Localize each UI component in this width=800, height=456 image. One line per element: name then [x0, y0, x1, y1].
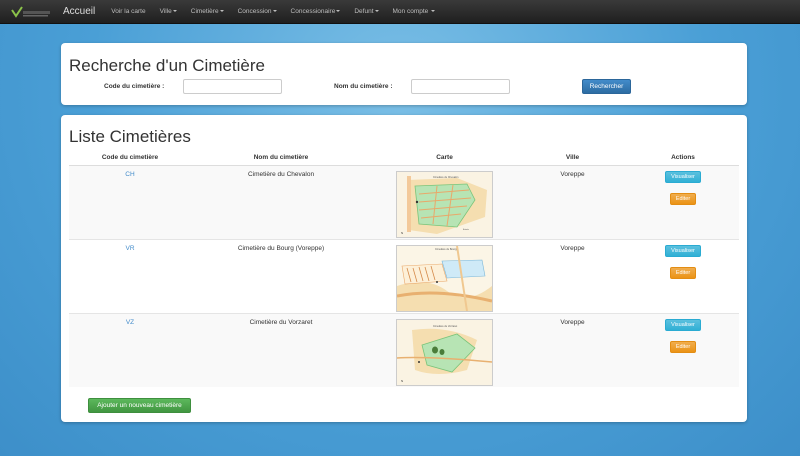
nav-concessionaire-dropdown[interactable]: Concessionaire — [291, 8, 341, 15]
caret-down-icon — [374, 10, 379, 13]
view-button[interactable]: Visualiser — [665, 318, 701, 331]
top-navbar: Accueil Voir la carte Ville Cimetière Co… — [0, 0, 800, 24]
nav-ville-dropdown[interactable]: Ville — [160, 8, 177, 15]
edit-button[interactable]: Editer — [670, 340, 696, 353]
name-input[interactable] — [411, 79, 510, 94]
search-button[interactable]: Rechercher — [582, 79, 631, 94]
svg-text:Entrée: Entrée — [463, 228, 470, 231]
brand-home-link[interactable]: Accueil — [63, 6, 95, 17]
cemetery-name: Cimetière du Bourg (Voreppe) — [191, 238, 371, 313]
add-cemetery-button[interactable]: Ajouter un nouveau cimetière — [88, 398, 191, 413]
svg-text:Cimetière du Vorzaret: Cimetière du Vorzaret — [433, 325, 457, 328]
code-input[interactable] — [183, 79, 282, 94]
caret-down-icon — [431, 10, 436, 13]
ville-cell: Voreppe — [518, 164, 627, 239]
svg-text:Cimetière du Bourg: Cimetière du Bourg — [435, 248, 457, 251]
caret-down-icon — [336, 10, 341, 13]
edit-button[interactable]: Editer — [670, 266, 696, 279]
cemetery-table: Code du cimetière Nom du cimetière Carte… — [69, 150, 739, 387]
table-row: CH Cimetière du Chevalon Cimetière du Ch… — [69, 164, 739, 239]
nav-defunt-dropdown[interactable]: Defunt — [354, 8, 379, 15]
svg-text:N: N — [401, 231, 403, 235]
table-row: VZ Cimetière du Vorzaret Cimetière du Vo… — [69, 312, 739, 387]
view-button[interactable]: Visualiser — [665, 244, 701, 257]
code-link[interactable]: VR — [125, 245, 134, 252]
col-actions: Actions — [627, 150, 739, 166]
col-ville: Ville — [518, 150, 627, 166]
cemetery-name: Cimetière du Chevalon — [191, 164, 371, 239]
map-thumbnail[interactable]: Cimetière du Chevalon N Entrée — [396, 170, 493, 238]
list-title: Liste Cimetières — [69, 127, 191, 146]
search-title: Recherche d'un Cimetière — [69, 56, 266, 75]
code-link[interactable]: VZ — [126, 319, 134, 326]
col-code: Code du cimetière — [69, 150, 191, 166]
view-button[interactable]: Visualiser — [665, 170, 701, 183]
search-panel: Recherche d'un Cimetière Code du cimetiè… — [61, 43, 747, 105]
brand[interactable]: Accueil — [10, 0, 95, 24]
app-logo — [10, 5, 52, 19]
svg-text:Cimetière du Chevalon: Cimetière du Chevalon — [433, 176, 459, 179]
map-thumbnail[interactable]: Cimetière du Vorzaret N — [396, 318, 493, 386]
ville-cell: Voreppe — [518, 238, 627, 313]
edit-button[interactable]: Editer — [670, 192, 696, 205]
code-link[interactable]: CH — [125, 171, 134, 178]
col-name: Nom du cimetière — [191, 150, 371, 166]
cemetery-name: Cimetière du Vorzaret — [191, 312, 371, 387]
svg-text:N: N — [401, 379, 403, 383]
nav-concession-dropdown[interactable]: Concession — [238, 8, 277, 15]
name-label: Nom du cimetière : — [334, 83, 393, 90]
nav-cimetiere-dropdown[interactable]: Cimetière — [191, 8, 224, 15]
col-map: Carte — [371, 150, 518, 166]
code-label: Code du cimetière : — [104, 83, 165, 90]
nav-voir-la-carte[interactable]: Voir la carte — [111, 8, 145, 15]
nav-mon-compte-dropdown[interactable]: Mon compte — [393, 8, 436, 15]
table-header-row: Code du cimetière Nom du cimetière Carte… — [69, 150, 739, 166]
caret-down-icon — [219, 10, 224, 13]
table-row: VR Cimetière du Bourg (Voreppe) Cimetièr… — [69, 238, 739, 313]
map-thumbnail[interactable]: Cimetière du Bourg — [396, 244, 493, 312]
caret-down-icon — [272, 10, 277, 13]
ville-cell: Voreppe — [518, 312, 627, 387]
list-panel: Liste Cimetières Code du cimetière Nom d… — [61, 115, 747, 422]
caret-down-icon — [172, 10, 177, 13]
